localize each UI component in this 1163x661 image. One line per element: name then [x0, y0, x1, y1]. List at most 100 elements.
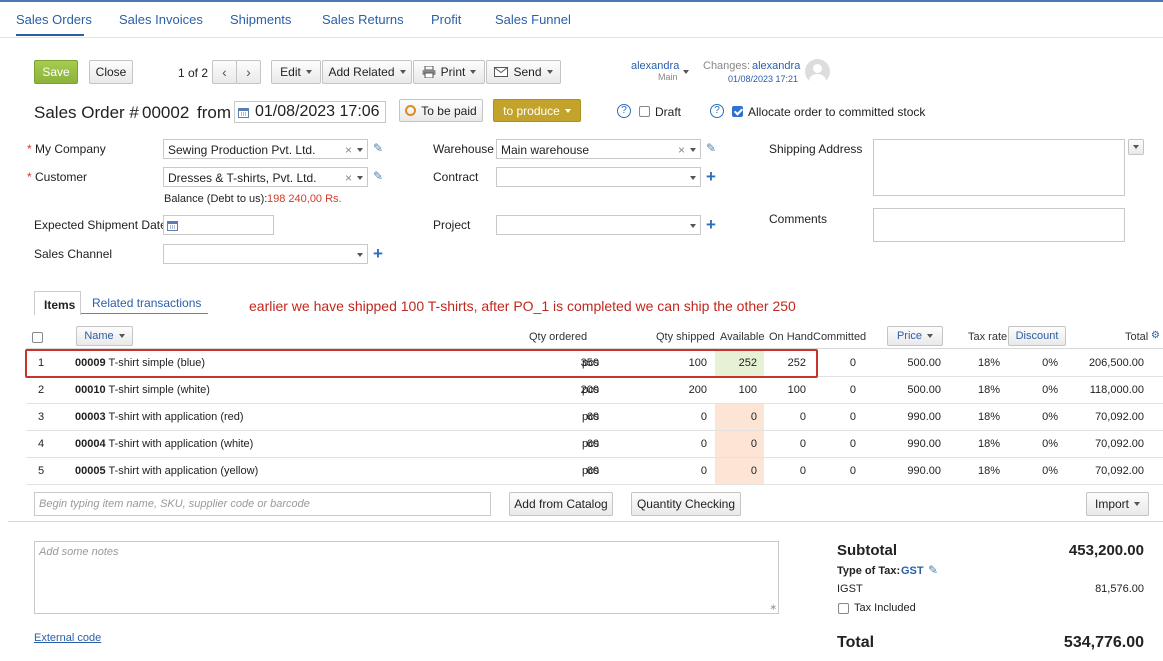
add-related-button[interactable]: Add Related	[322, 60, 412, 84]
clear-icon[interactable]: ×	[345, 171, 352, 185]
tab-related-transactions[interactable]: Related transactions	[92, 296, 201, 310]
chevron-down-icon[interactable]	[690, 224, 696, 228]
edit-button[interactable]: Edit	[271, 60, 321, 84]
add-icon[interactable]: +	[706, 168, 716, 185]
col-qty-ordered: Qty ordered	[529, 331, 588, 343]
add-icon[interactable]: +	[706, 216, 716, 233]
owner-link[interactable]: alexandra	[631, 60, 679, 72]
select-all-checkbox[interactable]	[32, 332, 43, 343]
my-company-field[interactable]: Sewing Production Pvt. Ltd. ×	[163, 139, 368, 159]
discount-button[interactable]: Discount	[1008, 326, 1066, 346]
add-from-catalog-button[interactable]: Add from Catalog	[509, 492, 613, 516]
tab-shipments[interactable]: Shipments	[230, 12, 291, 27]
chevron-down-icon[interactable]	[357, 176, 363, 180]
tab-profit[interactable]: Profit	[431, 12, 461, 27]
resize-handle-icon[interactable]: ∗	[769, 602, 777, 613]
table-row[interactable]: 3 00003 T-shirt with application (red) 6…	[26, 404, 1163, 431]
chevron-down-icon[interactable]	[690, 176, 696, 180]
col-committed: Committed	[813, 331, 867, 343]
table-row[interactable]: 5 00005 T-shirt with application (yellow…	[26, 458, 1163, 485]
order-datetime-field[interactable]: 01/08/2023 17:06	[234, 101, 386, 123]
chevron-right-icon: ›	[246, 64, 251, 80]
expected-shipment-field[interactable]	[163, 215, 274, 235]
highlight-annotation-box	[25, 349, 818, 378]
igst-value: 81,576.00	[1095, 583, 1144, 595]
section-divider	[8, 521, 1163, 522]
tab-sales-invoices[interactable]: Sales Invoices	[119, 12, 203, 27]
annotation-text: earlier we have shipped 100 T-shirts, af…	[249, 298, 796, 314]
tax-type-label: Type of Tax:	[837, 565, 901, 577]
chevron-down-icon	[1134, 502, 1140, 506]
tab-sales-returns[interactable]: Sales Returns	[322, 12, 404, 27]
chevron-down-icon	[546, 70, 553, 74]
tab-sales-orders[interactable]: Sales Orders	[16, 12, 92, 27]
external-code-link[interactable]: External code	[34, 632, 101, 644]
changes-date: 01/08/2023 17:21	[728, 74, 799, 84]
chevron-down-icon	[1133, 145, 1139, 149]
notes-textarea[interactable]: Add some notes ∗	[34, 541, 779, 614]
sales-channel-label: Sales Channel	[34, 247, 113, 261]
help-icon[interactable]: ?	[617, 104, 631, 118]
order-number[interactable]: 00002	[142, 103, 189, 123]
add-icon[interactable]: +	[373, 245, 383, 262]
allocate-checkbox[interactable]	[732, 106, 743, 117]
chevron-down-icon[interactable]	[357, 253, 363, 257]
circle-status-icon	[405, 105, 417, 116]
chevron-down-icon[interactable]	[357, 148, 363, 152]
sort-by-price[interactable]: Price	[887, 326, 943, 346]
import-button[interactable]: Import	[1086, 492, 1149, 516]
draft-label: Draft	[655, 105, 682, 119]
sales-channel-field[interactable]	[163, 244, 368, 264]
owner-subtitle: Main	[658, 72, 678, 82]
shipping-address-field[interactable]	[873, 139, 1125, 196]
project-field[interactable]	[496, 215, 701, 235]
status-dropdown[interactable]: to produce	[493, 99, 581, 122]
edit-pencil-icon[interactable]: ✎	[373, 169, 383, 183]
subtotal-label: Subtotal	[837, 542, 897, 559]
balance-value: 198 240,00 Rs.	[267, 193, 342, 205]
clear-icon[interactable]: ×	[345, 143, 352, 157]
tab-items[interactable]: Items	[34, 291, 81, 315]
tax-included-checkbox[interactable]	[838, 603, 849, 614]
col-qty-shipped: Qty shipped	[656, 331, 715, 343]
chevron-down-icon	[470, 70, 477, 74]
sort-by-name[interactable]: Name	[76, 326, 133, 346]
prev-button[interactable]: ‹	[212, 60, 237, 84]
total-label: Total	[837, 634, 875, 651]
clear-icon[interactable]: ×	[678, 143, 685, 157]
draft-checkbox[interactable]	[639, 106, 650, 117]
send-button[interactable]: Send	[486, 60, 561, 84]
shipping-address-dropdown[interactable]	[1128, 139, 1144, 155]
next-button[interactable]: ›	[236, 60, 261, 84]
comments-field[interactable]	[873, 208, 1125, 242]
gear-icon[interactable]: ⚙	[1151, 330, 1160, 341]
tax-included-label: Tax Included	[854, 602, 916, 614]
warehouse-field[interactable]: Main warehouse ×	[496, 139, 701, 159]
chevron-down-icon[interactable]	[683, 70, 689, 74]
contract-label: Contract	[433, 170, 479, 184]
edit-pencil-icon[interactable]: ✎	[928, 563, 938, 577]
quantity-checking-button[interactable]: Quantity Checking	[631, 492, 741, 516]
print-button[interactable]: Print	[413, 60, 485, 84]
to-be-paid-button[interactable]: To be paid	[399, 99, 483, 122]
contract-field[interactable]	[496, 167, 701, 187]
customer-field[interactable]: Dresses & T-shirts, Pvt. Ltd. ×	[163, 167, 368, 187]
col-on-hand: On Hand	[769, 331, 814, 343]
help-icon[interactable]: ?	[710, 104, 724, 118]
subtotal-value: 453,200.00	[1068, 542, 1144, 559]
chevron-down-icon	[118, 334, 125, 338]
close-button[interactable]: Close	[89, 60, 133, 84]
edit-pencil-icon[interactable]: ✎	[706, 141, 716, 155]
chevron-down-icon[interactable]	[690, 148, 696, 152]
avatar	[805, 59, 830, 84]
changes-user-link[interactable]: alexandra	[752, 60, 800, 72]
project-label: Project	[433, 218, 471, 232]
edit-pencil-icon[interactable]: ✎	[373, 141, 383, 155]
save-button[interactable]: Save	[34, 60, 78, 84]
table-row[interactable]: 2 00010 T-shirt simple (white) 200 pcs 2…	[26, 377, 1163, 404]
item-search-input[interactable]: Begin typing item name, SKU, supplier co…	[34, 492, 491, 516]
expected-shipment-label: Expected Shipment Date	[34, 218, 167, 232]
tab-sales-funnel[interactable]: Sales Funnel	[495, 12, 571, 27]
tax-type-link[interactable]: GST	[901, 565, 924, 577]
table-row[interactable]: 4 00004 T-shirt with application (white)…	[26, 431, 1163, 458]
